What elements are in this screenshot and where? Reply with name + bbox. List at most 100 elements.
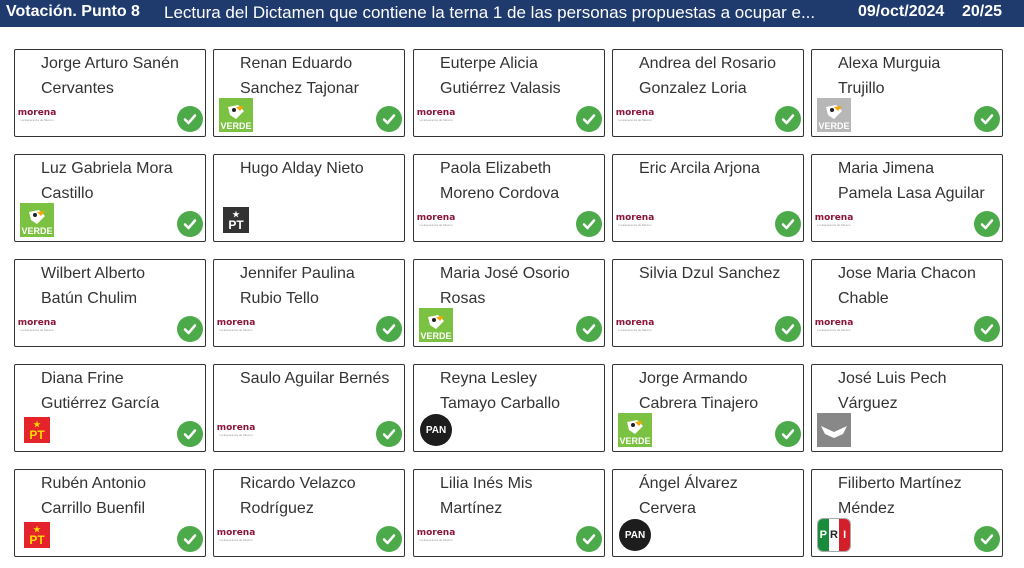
- morena-logo-text: morena: [17, 107, 57, 118]
- candidate-name-line: Tamayo Carballo: [440, 394, 561, 412]
- candidate-name-line: Filiberto Martínez: [838, 475, 962, 492]
- candidate-name-line: Rubio Tello: [240, 289, 319, 307]
- candidate-name: Jose Maria Chacon Chable: [838, 262, 1003, 311]
- candidate-name-line: Hugo Alday Nieto: [240, 160, 364, 177]
- checkmark-icon: [980, 324, 994, 335]
- vote-date: 09/oct/2024: [858, 3, 945, 20]
- morena-logo: morena La Esperanza de México: [814, 203, 854, 237]
- check-circle-icon: [376, 421, 402, 447]
- candidate-card[interactable]: Alexa Murguia Trujillo VERDE: [811, 49, 1003, 137]
- candidate-card[interactable]: Maria Jimena Pamela Lasa Aguilar morena La …: [811, 154, 1003, 242]
- morena-logo-text: morena: [814, 317, 854, 328]
- checkmark-icon: [183, 429, 197, 440]
- check-circle-icon: [376, 106, 402, 132]
- candidate-card[interactable]: Jose Maria Chacon Chable morena La Esperanz…: [811, 259, 1003, 347]
- morena-logo-text: morena: [17, 317, 57, 328]
- candidate-card[interactable]: Reyna Lesley Tamayo Carballo PAN: [413, 364, 605, 452]
- candidate-name-line: Gutiérrez García: [41, 394, 160, 412]
- candidate-card[interactable]: Wilbert Alberto Batún Chulim morena La Espe…: [14, 259, 206, 347]
- candidate-name: Filiberto Martínez Méndez: [838, 472, 1003, 521]
- check-circle-icon: [576, 526, 602, 552]
- verde-logo-text: VERDE: [21, 226, 53, 236]
- verde-logo-text: VERDE: [818, 121, 850, 131]
- candidate-name: Andrea del Rosario Gonzalez Loria: [639, 52, 804, 101]
- candidate-name: José Luis Pech Várguez: [838, 367, 1003, 416]
- candidate-card[interactable]: Euterpe Alicia Gutiérrez Valasis morena La …: [413, 49, 605, 137]
- toucan-icon: [228, 105, 244, 119]
- check-circle-icon: [177, 106, 203, 132]
- candidate-name: Renan Eduardo Sanchez Tajonar: [240, 52, 405, 101]
- toucan-icon: [428, 315, 444, 329]
- morena-logo-tagline: La Esperanza de México: [219, 537, 253, 542]
- candidate-name: Diana Frine Gutiérrez García: [41, 367, 206, 416]
- candidate-name-line: Cabrera Tinajero: [639, 394, 759, 412]
- candidate-card[interactable]: Ricardo Velazco Rodríguez morena La Esperan…: [213, 469, 405, 557]
- pan-logo: PAN: [618, 518, 652, 552]
- candidate-card[interactable]: Andrea del Rosario Gonzalez Loria morena La…: [612, 49, 804, 137]
- morena-logo: morena La Esperanza de México: [417, 203, 455, 237]
- checkmark-icon: [183, 324, 197, 335]
- candidate-name-line: Lilia Inés Mis: [440, 475, 533, 492]
- candidate-card[interactable]: Ángel Álvarez Cervera PAN: [612, 469, 804, 557]
- morena-logo-tagline: La Esperanza de México: [419, 537, 453, 542]
- candidate-card[interactable]: Maria José Osorio Rosas VERDE: [413, 259, 605, 347]
- candidate-card[interactable]: Filiberto Martínez Méndez P R I: [811, 469, 1003, 557]
- candidate-name-line: Trujillo: [838, 79, 885, 97]
- morena-logo: morena La Esperanza de México: [217, 518, 255, 552]
- candidate-name-line: Luz Gabriela Mora: [41, 160, 173, 177]
- candidate-card[interactable]: Renan Eduardo Sanchez Tajonar VERDE: [213, 49, 405, 137]
- checkmark-icon: [382, 114, 396, 125]
- candidate-name-line: Ricardo Velazco: [240, 475, 356, 492]
- toucan-icon: [29, 210, 45, 224]
- check-circle-icon: [974, 526, 1000, 552]
- candidate-card[interactable]: Jorge Arturo Sanén Cervantes morena La Espe…: [14, 49, 206, 137]
- pan-logo-text: PAN: [425, 424, 447, 436]
- morena-logo: morena La Esperanza de México: [217, 308, 255, 342]
- candidate-name-line: Gutiérrez Valasis: [440, 79, 561, 97]
- checkmark-icon: [183, 114, 197, 125]
- checkmark-icon: [183, 534, 197, 545]
- candidate-card[interactable]: Jorge Armando Cabrera Tinajero VERDE: [612, 364, 804, 452]
- check-circle-icon: [376, 526, 402, 552]
- candidate-card[interactable]: Lilia Inés Mis Martínez morena La Esperanza…: [413, 469, 605, 557]
- vote-header: Votación. Punto 8 Lectura del Dictamen q…: [0, 0, 1024, 27]
- morena-logo-tagline: La Esperanza de México: [419, 222, 453, 227]
- candidate-card[interactable]: Rubén Antonio Carrillo Buenfil ★ PT: [14, 469, 206, 557]
- check-circle-icon: [177, 316, 203, 342]
- candidate-card[interactable]: Luz Gabriela Mora Castillo VERDE: [14, 154, 206, 242]
- morena-logo-tagline: La Esperanza de México: [219, 327, 253, 332]
- candidate-card[interactable]: Saulo Aguilar Bernés morena La Esperanza d…: [213, 364, 405, 452]
- candidate-card[interactable]: Paola Elizabeth Moreno Cordova morena La Es…: [413, 154, 605, 242]
- checkmark-icon: [582, 114, 596, 125]
- morena-logo-tagline: La Esperanza de México: [419, 117, 453, 122]
- morena-logo-tagline: La Esperanza de México: [817, 222, 851, 227]
- checkmark-icon: [582, 324, 596, 335]
- verde-logo-text: VERDE: [619, 436, 651, 446]
- check-circle-icon: [775, 421, 801, 447]
- candidate-name-line: Reyna Lesley: [440, 370, 537, 387]
- morena-logo-tagline: La Esperanza de México: [817, 327, 851, 332]
- candidate-card[interactable]: Eric Arcila Arjona morena La Esperanza de …: [612, 154, 804, 242]
- morena-logo: morena La Esperanza de México: [17, 98, 57, 132]
- candidate-card[interactable]: Diana Frine Gutiérrez García ★ PT: [14, 364, 206, 452]
- candidate-card[interactable]: Silvia Dzul Sanchez morena La Esperanza de…: [612, 259, 804, 347]
- verde-logo: VERDE: [219, 98, 253, 132]
- morena-logo: morena La Esperanza de México: [616, 203, 654, 237]
- morena-logo-tagline: La Esperanza de México: [618, 327, 652, 332]
- candidate-name: Silvia Dzul Sanchez: [639, 262, 804, 287]
- candidate-card[interactable]: Hugo Alday Nieto ★ PT: [213, 154, 405, 242]
- checkmark-icon: [582, 534, 596, 545]
- morena-logo-text: morena: [814, 212, 854, 223]
- verde-logo: VERDE: [618, 413, 652, 447]
- candidate-name-line: Alexa Murguia: [838, 55, 941, 72]
- check-circle-icon: [177, 211, 203, 237]
- candidate-card[interactable]: Jennifer Paulina Rubio Tello morena La Espe…: [213, 259, 405, 347]
- candidate-name-line: Pamela Lasa Aguilar: [838, 184, 985, 202]
- candidate-name: Ricardo Velazco Rodríguez: [240, 472, 405, 521]
- candidate-name-line: Castillo: [41, 184, 94, 202]
- pan-logo-circle: PAN: [420, 414, 452, 446]
- checkmark-icon: [781, 114, 795, 125]
- candidate-name-line: Rodríguez: [240, 499, 314, 517]
- candidate-card[interactable]: José Luis Pech Várguez: [811, 364, 1003, 452]
- pri-logo: PRI: [817, 518, 851, 552]
